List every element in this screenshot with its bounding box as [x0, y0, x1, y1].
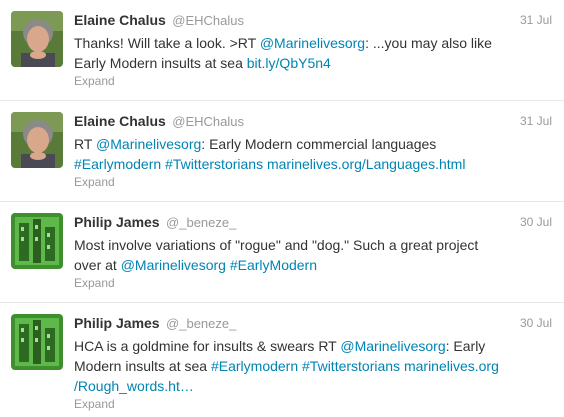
mention-link[interactable]: @Marinelivesorg: [96, 136, 201, 152]
tweet-text: Thanks! Will take a look. >RT @Marineliv…: [74, 33, 524, 73]
tweet-text-segment: Early Modern insults at sea: [74, 55, 247, 71]
tweet-header: Philip James @_beneze_ 30 Jul: [74, 214, 552, 232]
tweet-item[interactable]: Philip James @_beneze_ 30 Jul Most invol…: [0, 202, 564, 303]
tweet-author-handle[interactable]: @_beneze_: [166, 316, 236, 331]
url-link[interactable]: marinelives.org/Languages.html: [267, 156, 465, 172]
mention-link[interactable]: @Marinelivesorg: [260, 35, 365, 51]
tweet-text: HCA is a goldmine for insults & swears R…: [74, 336, 524, 396]
avatar[interactable]: [11, 213, 63, 269]
tweet-author-handle[interactable]: @EHChalus: [172, 114, 244, 129]
tweet-author-name[interactable]: Elaine Chalus: [74, 12, 166, 28]
tweet-item[interactable]: Philip James @_beneze_ 30 Jul HCA is a g…: [0, 303, 564, 417]
url-link[interactable]: /Rough_words.ht…: [74, 378, 194, 394]
tweet-text: RT @Marinelivesorg: Early Modern commerc…: [74, 134, 524, 174]
tweet-text-segment: over at: [74, 257, 121, 273]
tweet-text-segment: Most involve variations of "rogue" and "…: [74, 237, 479, 253]
url-link[interactable]: bit.ly/QbY5n4: [247, 55, 331, 71]
avatar-building-icon: [11, 314, 63, 370]
tweet-timestamp[interactable]: 30 Jul: [520, 316, 552, 330]
avatar-building-icon: [11, 213, 63, 269]
tweet-text-segment: Thanks! Will take a look. >RT: [74, 35, 260, 51]
tweet-timeline: Elaine Chalus @EHChalus 31 Jul Thanks! W…: [0, 0, 564, 414]
tweet-text-segment: : Early: [445, 338, 486, 354]
tweet-text: Most involve variations of "rogue" and "…: [74, 235, 524, 275]
tweet-timestamp[interactable]: 31 Jul: [520, 13, 552, 27]
hashtag-link[interactable]: #Twitterstorians: [302, 358, 400, 374]
expand-link[interactable]: Expand: [74, 397, 115, 411]
avatar[interactable]: [11, 112, 63, 168]
tweet-item[interactable]: Elaine Chalus @EHChalus 31 Jul Thanks! W…: [0, 0, 564, 101]
tweet-author-handle[interactable]: @_beneze_: [166, 215, 236, 230]
tweet-text-segment: Modern insults at sea: [74, 358, 211, 374]
tweet-header: Elaine Chalus @EHChalus 31 Jul: [74, 113, 552, 131]
hashtag-link[interactable]: #EarlyModern: [230, 257, 317, 273]
url-link[interactable]: marinelives.org: [404, 358, 499, 374]
hashtag-link[interactable]: #Earlymodern: [211, 358, 298, 374]
tweet-author-name[interactable]: Elaine Chalus: [74, 113, 166, 129]
tweet-author-name[interactable]: Philip James: [74, 315, 160, 331]
mention-link[interactable]: @Marinelivesorg: [340, 338, 445, 354]
avatar-photo-icon: [11, 11, 63, 67]
expand-link[interactable]: Expand: [74, 74, 115, 88]
hashtag-link[interactable]: #Earlymodern: [74, 156, 161, 172]
avatar[interactable]: [11, 11, 63, 67]
tweet-text-segment: : Early Modern commercial languages: [201, 136, 437, 152]
avatar-photo-icon: [11, 112, 63, 168]
tweet-text-segment: HCA is a goldmine for insults & swears R…: [74, 338, 341, 354]
tweet-text-segment: : ...you may also like: [365, 35, 492, 51]
avatar[interactable]: [11, 314, 63, 370]
tweet-text-segment: RT: [74, 136, 97, 152]
tweet-header: Elaine Chalus @EHChalus 31 Jul: [74, 12, 552, 30]
tweet-author-handle[interactable]: @EHChalus: [172, 13, 244, 28]
tweet-timestamp[interactable]: 30 Jul: [520, 215, 552, 229]
tweet-item[interactable]: Elaine Chalus @EHChalus 31 Jul RT @Marin…: [0, 101, 564, 202]
tweet-timestamp[interactable]: 31 Jul: [520, 114, 552, 128]
hashtag-link[interactable]: #Twitterstorians: [165, 156, 263, 172]
tweet-author-name[interactable]: Philip James: [74, 214, 160, 230]
expand-link[interactable]: Expand: [74, 276, 115, 290]
mention-link[interactable]: @Marinelivesorg: [121, 257, 226, 273]
tweet-header: Philip James @_beneze_ 30 Jul: [74, 315, 552, 333]
expand-link[interactable]: Expand: [74, 175, 115, 189]
